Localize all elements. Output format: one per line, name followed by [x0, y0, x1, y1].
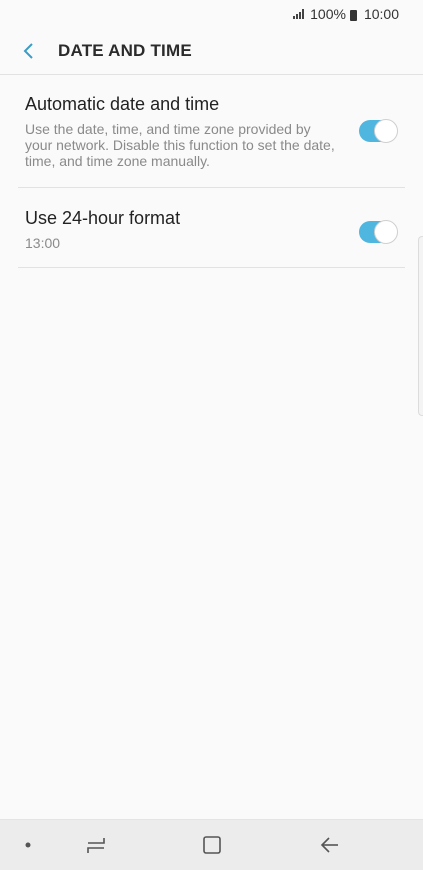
page-title: DATE AND TIME [58, 41, 192, 60]
home-icon [203, 836, 221, 854]
battery-percent: 100% [310, 6, 346, 22]
recent-apps-button[interactable] [76, 820, 116, 870]
app-header: DATE AND TIME [0, 28, 423, 75]
settings-list: Automatic date and time Use the date, ti… [0, 74, 423, 268]
back-arrow-icon [320, 837, 338, 853]
setting-title: Use 24-hour format [25, 208, 181, 228]
setting-title: Automatic date and time [25, 94, 220, 114]
home-button[interactable] [192, 820, 232, 870]
clock: 10:00 [363, 6, 399, 22]
automatic-date-time-toggle[interactable] [359, 119, 398, 143]
automatic-date-time-setting[interactable]: Automatic date and time Use the date, ti… [18, 74, 405, 188]
24-hour-format-setting[interactable]: Use 24-hour format 13:00 [18, 188, 405, 268]
chevron-left-icon [23, 43, 33, 59]
dot-icon [25, 842, 31, 848]
signal-icon [293, 9, 305, 19]
back-button[interactable] [0, 28, 58, 74]
toggle-knob [374, 220, 398, 244]
setting-value: 13:00 [25, 235, 61, 251]
24-hour-format-toggle[interactable] [359, 220, 398, 244]
status-bar: 100% 10:00 [0, 0, 423, 28]
battery-icon [349, 9, 357, 21]
edge-panel-handle[interactable] [418, 236, 423, 416]
navigation-bar [0, 819, 423, 870]
toggle-knob [374, 119, 398, 143]
setting-description: Use the date, time, and time zone provid… [25, 121, 335, 169]
back-nav-button[interactable] [310, 820, 350, 870]
nav-dot-button[interactable] [14, 820, 42, 870]
recent-apps-icon [87, 838, 105, 853]
